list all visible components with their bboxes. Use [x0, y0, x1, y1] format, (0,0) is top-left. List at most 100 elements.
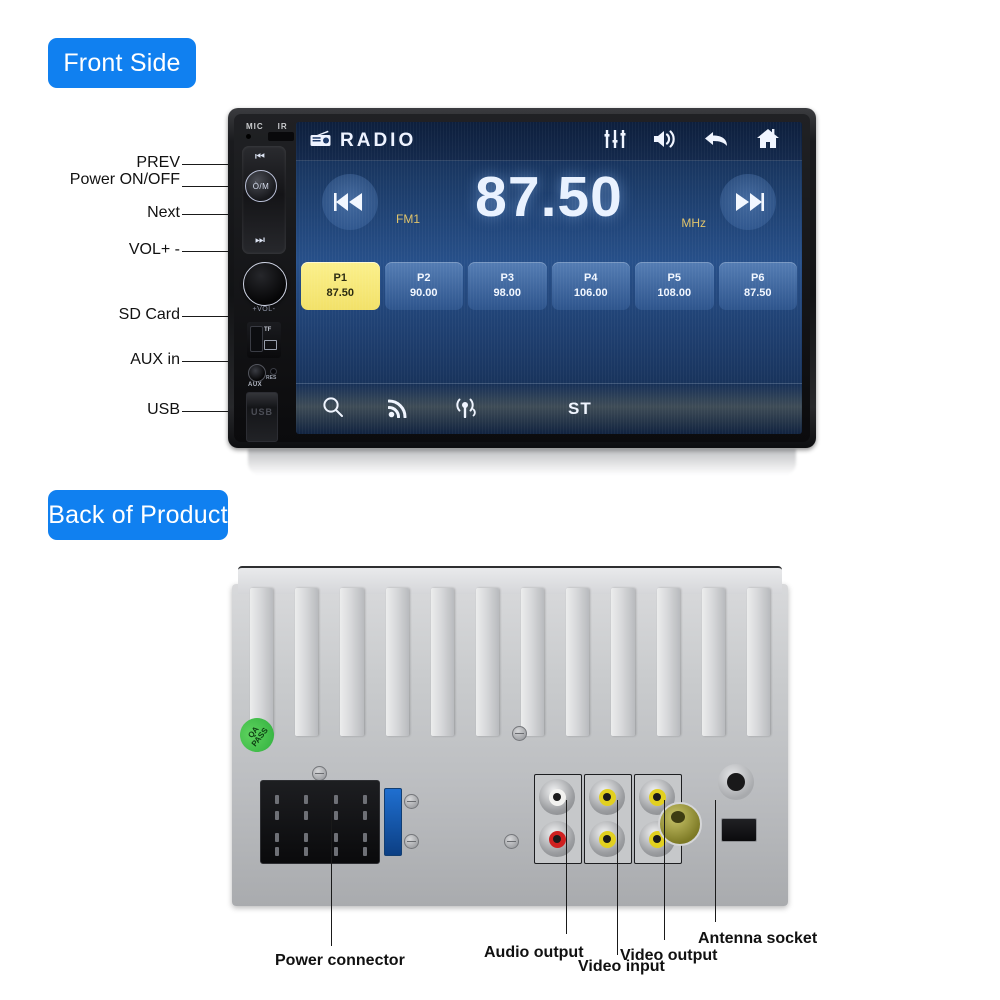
connector-pin — [304, 847, 309, 856]
power-connector[interactable] — [260, 780, 380, 864]
leader-line-video-output — [664, 800, 665, 940]
leader-line-usb — [182, 411, 228, 412]
preset-button-p4[interactable]: P4 106.00 — [551, 262, 630, 310]
volume-marking-label: +VOL- — [252, 306, 276, 313]
rear-round-port[interactable] — [718, 764, 754, 800]
left-control-column: ⏮ Ò/M ⏭ +VOL- TF RES AUX USB — [238, 146, 290, 442]
connector-pin — [333, 811, 338, 820]
screen-top-icon-group — [604, 128, 802, 154]
connector-pin — [333, 847, 338, 856]
fuse — [384, 788, 402, 856]
heatsink-fin — [385, 588, 409, 736]
preset-frequency: 87.50 — [743, 287, 772, 299]
rca-jack-video-input-yellow[interactable] — [589, 821, 625, 857]
connector-pin — [304, 795, 309, 804]
sd-card-inserted-icon — [250, 326, 263, 352]
leader-line-power-connector — [331, 796, 332, 946]
connector-pin — [362, 833, 367, 842]
preset-name: P1 — [333, 272, 347, 285]
leader-line-volume — [182, 251, 228, 252]
preset-name: P4 — [584, 272, 598, 285]
connector-pin — [333, 795, 338, 804]
preset-button-p2[interactable]: P2 90.00 — [384, 262, 463, 310]
preset-button-p1[interactable]: P1 87.50 — [301, 262, 380, 310]
touchscreen-display[interactable]: RADIO FM1 87.50 MHz P1 87.50 P2 90.00 P3… — [296, 122, 802, 434]
connector-pin — [362, 811, 367, 820]
sd-card-slot[interactable]: TF — [247, 322, 281, 358]
broadcast-antenna-icon[interactable] — [454, 396, 478, 423]
heatsink-fin — [611, 588, 635, 736]
volume-icon[interactable] — [652, 129, 678, 154]
heatsink-fin — [521, 588, 545, 736]
reset-label: RES — [266, 375, 277, 381]
volume-knob[interactable] — [243, 262, 287, 306]
preset-button-p6[interactable]: P6 87.50 — [718, 262, 797, 310]
preset-name: P6 — [751, 272, 765, 285]
rss-signal-icon[interactable] — [387, 396, 410, 423]
leader-line-audio-output — [566, 800, 567, 934]
preset-button-row: P1 87.50 P2 90.00 P3 98.00 P4 106.00 P5 … — [301, 262, 797, 310]
preset-button-p3[interactable]: P3 98.00 — [468, 262, 547, 310]
callout-prev-label: PREV — [136, 154, 180, 171]
heatsink-fin — [340, 588, 364, 736]
heatsink-fin — [746, 588, 771, 736]
rca-jack-video-input-yellow[interactable] — [589, 779, 625, 815]
screen-next-button[interactable] — [720, 174, 776, 230]
aux-input-jack[interactable] — [248, 364, 266, 382]
preset-frequency: 98.00 — [493, 287, 522, 299]
home-icon[interactable] — [756, 128, 780, 154]
preset-name: P2 — [417, 272, 431, 285]
back-icon[interactable] — [704, 129, 730, 154]
leader-line-power — [182, 186, 228, 187]
heatsink-fin — [430, 588, 454, 736]
audio-output-jack-group[interactable] — [534, 774, 582, 864]
microphone-hole-icon — [246, 134, 251, 139]
usb-port[interactable]: USB — [246, 392, 278, 442]
chassis-screw — [512, 726, 527, 741]
preset-frequency: 108.00 — [657, 287, 692, 299]
heatsink-fin — [295, 588, 319, 736]
reset-pinhole-button[interactable] — [270, 368, 277, 375]
equalizer-icon[interactable] — [604, 129, 626, 154]
rear-black-connector[interactable] — [721, 818, 757, 842]
callout-power-label: Power ON/OFF — [69, 171, 180, 188]
front-side-label: Front Side — [63, 48, 181, 77]
screen-title: RADIO — [340, 130, 417, 151]
section-badge-back-of-product: Back of Product — [48, 490, 228, 540]
power-button[interactable]: Ò/M — [245, 170, 277, 202]
connector-pin — [275, 795, 279, 804]
preset-button-p5[interactable]: P5 108.00 — [635, 262, 714, 310]
leader-line-next — [182, 214, 228, 215]
connector-pin-row — [275, 833, 367, 842]
preset-frequency: 106.00 — [573, 287, 608, 299]
connector-pin — [362, 795, 367, 804]
heatsink-fin — [250, 588, 274, 736]
chassis-screw — [312, 766, 327, 781]
connector-pin — [275, 811, 279, 820]
heatsink-fins — [250, 588, 771, 736]
tf-slot-label: TF — [264, 327, 272, 333]
prev-button[interactable]: ⏮ — [238, 151, 282, 164]
leader-line-prev — [182, 164, 228, 165]
rca-jack-audio-left-white[interactable] — [539, 779, 575, 815]
search-icon[interactable] — [322, 396, 344, 423]
leader-line-aux-in — [182, 361, 228, 362]
front-unit-device: MIC IR ⏮ Ò/M ⏭ +VOL- TF RES AUX USB RADI… — [228, 108, 816, 448]
leader-line-sd-card — [182, 316, 228, 317]
screen-top-bar: RADIO — [296, 122, 802, 161]
connector-pin-row — [275, 847, 367, 856]
callout-usb-label: USB — [147, 401, 180, 418]
mic-label: MIC — [246, 121, 264, 131]
video-input-jack-group[interactable] — [584, 774, 632, 864]
heatsink-fin — [475, 588, 500, 736]
connector-pin — [304, 833, 309, 842]
next-button[interactable]: ⏭ — [238, 234, 282, 247]
rca-jack-audio-right-red[interactable] — [539, 821, 575, 857]
connector-pin — [362, 847, 367, 856]
front-unit-reflection — [248, 449, 796, 475]
ir-receiver-window-icon — [268, 132, 294, 141]
usb-label: USB — [250, 407, 273, 417]
connector-pin-row — [275, 795, 367, 804]
heatsink-fin — [566, 588, 590, 736]
connector-pin — [275, 847, 279, 856]
